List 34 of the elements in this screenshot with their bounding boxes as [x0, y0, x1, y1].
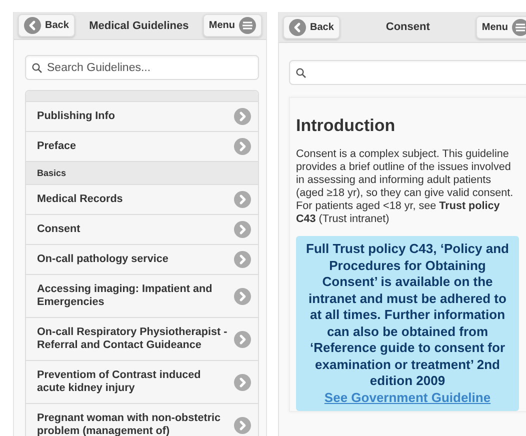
article-paragraph: Consent is a complex subject. This guideline provides a brief outline of the issues involved in assessing and informing adult patients (aged ≥18 yr), so they can give valid consent. For patients aged <18 yr, see Trust policy C43 (Trust intranet)	[296, 148, 514, 226]
back-icon	[24, 17, 41, 34]
chevron-icon	[234, 108, 251, 125]
screen-title: Consent	[386, 21, 430, 33]
guideline-item[interactable]: On-call pathology service	[26, 244, 258, 274]
screen-title: Medical Guidelines	[89, 20, 189, 32]
guideline-item[interactable]: Consent	[26, 214, 258, 244]
search-icon	[32, 62, 42, 72]
search-field[interactable]: Search Guidelines...	[25, 55, 259, 80]
back-button[interactable]: Back	[283, 16, 340, 38]
back-button[interactable]: Back	[18, 14, 75, 37]
chevron-icon	[234, 191, 251, 208]
chevron-icon	[234, 251, 251, 268]
back-icon	[289, 18, 306, 36]
chevron-icon	[234, 138, 251, 155]
guideline-item[interactable]: Publishing Info	[26, 101, 258, 131]
guideline-item[interactable]: Medical Records	[26, 184, 258, 214]
guideline-item[interactable]: On-call Respiratory Physiotherapist - Referral and Contact Guideance	[26, 317, 258, 360]
chevron-icon	[234, 221, 251, 238]
menu-button[interactable]: Menu	[476, 16, 526, 38]
guideline-item[interactable]: Pregnant woman with non-obstetric problem (management of)	[26, 403, 258, 436]
menu-icon	[512, 18, 526, 36]
chevron-icon	[234, 374, 251, 390]
chevron-icon	[234, 416, 251, 434]
article-heading: Introduction	[296, 116, 396, 136]
guideline-item[interactable]: Accessing imaging: Impatient and Emergencies	[26, 274, 258, 317]
chevron-icon	[234, 330, 251, 348]
info-note: Full Trust policy C43, ‘Policy and Procedures for Obtaining Consent’ is available on the intranet and must be adhered to at all times. Further information can also be obtained from ‘Reference guide to consent for examination or treatment’ 2nd edition 2009 See Government Guideline	[296, 236, 519, 411]
chevron-icon	[234, 288, 251, 304]
menu-icon	[239, 17, 256, 34]
menu-button[interactable]: Menu	[202, 14, 262, 37]
search-icon	[296, 68, 306, 78]
guideline-item[interactable]: Preventiom of Contrast induced acute kidney injury	[26, 360, 258, 403]
search-field[interactable]	[289, 60, 526, 85]
